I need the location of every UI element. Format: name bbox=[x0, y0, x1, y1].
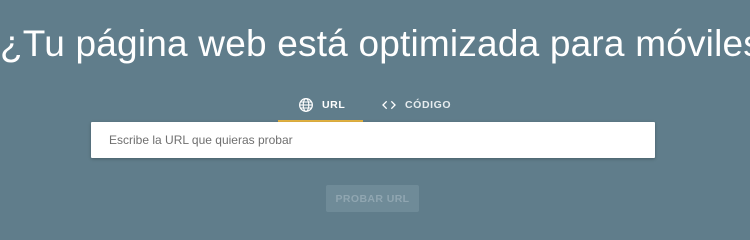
url-input[interactable] bbox=[91, 122, 655, 158]
page-title: ¿Tu página web está optimizada para móvi… bbox=[0, 23, 750, 64]
code-icon bbox=[381, 97, 397, 113]
tab-url-label: URL bbox=[322, 99, 346, 111]
tab-code-label: CÓDIGO bbox=[405, 99, 452, 111]
test-url-button[interactable]: PROBAR URL bbox=[326, 185, 419, 212]
input-mode-tabs: URL CÓDIGO bbox=[278, 90, 467, 123]
url-input-container bbox=[91, 122, 655, 158]
tab-code[interactable]: CÓDIGO bbox=[363, 90, 467, 120]
tab-url[interactable]: URL bbox=[278, 90, 363, 123]
globe-icon bbox=[298, 97, 314, 113]
